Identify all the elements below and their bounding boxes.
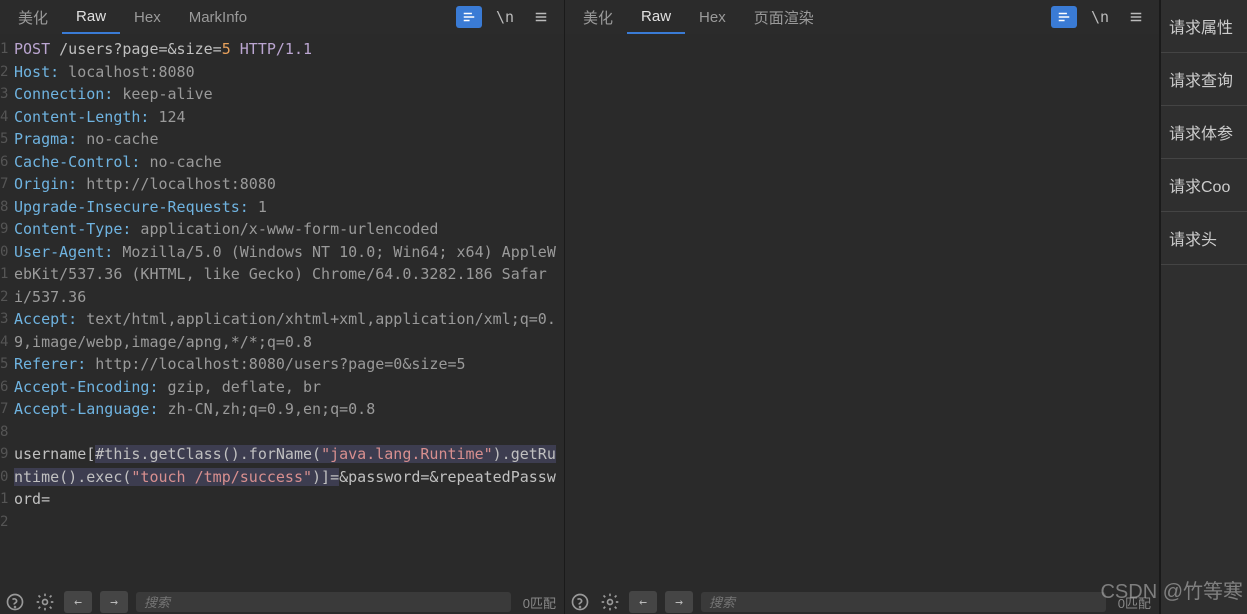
tab-render[interactable]: 页面渲染 bbox=[740, 0, 828, 34]
match-count: 0匹配 bbox=[519, 593, 560, 612]
request-editor[interactable]: 1234567890123456789012 POST /users?page=… bbox=[0, 34, 564, 590]
help-icon[interactable] bbox=[569, 591, 591, 613]
inspector-item[interactable]: 请求体参 bbox=[1161, 106, 1247, 159]
inspector-sidebar: 请求属性请求查询请求体参请求Coo请求头 bbox=[1160, 0, 1247, 614]
inspector-item[interactable]: 请求属性 bbox=[1161, 0, 1247, 53]
prev-match-button[interactable]: ← bbox=[629, 591, 657, 613]
tab-markinfo[interactable]: MarkInfo bbox=[175, 0, 261, 34]
help-icon[interactable] bbox=[4, 591, 26, 613]
inspector-item[interactable]: 请求查询 bbox=[1161, 53, 1247, 106]
tab-raw[interactable]: Raw bbox=[627, 0, 685, 34]
search-input[interactable] bbox=[701, 592, 1106, 612]
newline-icon[interactable]: \n bbox=[492, 6, 518, 28]
wrap-icon[interactable] bbox=[456, 6, 482, 28]
tab-hex[interactable]: Hex bbox=[685, 0, 740, 34]
right-tabs: 美化 Raw Hex 页面渲染 \n bbox=[565, 0, 1159, 34]
settings-icon[interactable] bbox=[34, 591, 56, 613]
search-input[interactable] bbox=[136, 592, 511, 612]
inspector-item[interactable]: 请求Coo bbox=[1161, 159, 1247, 212]
request-panel: 美化 Raw Hex MarkInfo \n 12345678901234567… bbox=[0, 0, 565, 614]
tab-hex[interactable]: Hex bbox=[120, 0, 175, 34]
right-footer: ← → 0匹配 bbox=[565, 590, 1159, 614]
line-gutter: 1234567890123456789012 bbox=[0, 38, 10, 590]
left-footer: ← → 0匹配 bbox=[0, 590, 564, 614]
tab-beautify[interactable]: 美化 bbox=[569, 0, 627, 34]
match-count: 0匹配 bbox=[1114, 593, 1155, 612]
response-panel: 美化 Raw Hex 页面渲染 \n ← bbox=[565, 0, 1160, 614]
left-tabs: 美化 Raw Hex MarkInfo \n bbox=[0, 0, 564, 34]
response-editor[interactable] bbox=[565, 34, 1159, 590]
tab-beautify[interactable]: 美化 bbox=[4, 0, 62, 34]
settings-icon[interactable] bbox=[599, 591, 621, 613]
next-match-button[interactable]: → bbox=[665, 591, 693, 613]
menu-icon[interactable] bbox=[1123, 6, 1149, 28]
wrap-icon[interactable] bbox=[1051, 6, 1077, 28]
menu-icon[interactable] bbox=[528, 6, 554, 28]
prev-match-button[interactable]: ← bbox=[64, 591, 92, 613]
inspector-item[interactable]: 请求头 bbox=[1161, 212, 1247, 265]
tab-raw[interactable]: Raw bbox=[62, 0, 120, 34]
newline-icon[interactable]: \n bbox=[1087, 6, 1113, 28]
next-match-button[interactable]: → bbox=[100, 591, 128, 613]
